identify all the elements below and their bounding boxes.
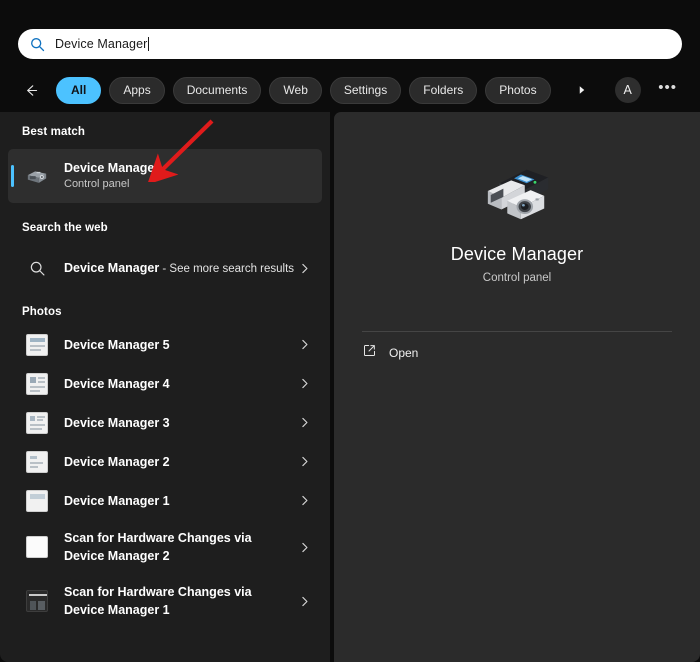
filter-chip-apps[interactable]: Apps xyxy=(109,77,164,104)
chevron-right-icon[interactable] xyxy=(296,494,312,507)
list-item-label: Device Manager 5 xyxy=(64,338,170,352)
chevron-right-icon[interactable] xyxy=(296,455,312,468)
filter-chip-all[interactable]: All xyxy=(56,77,101,104)
web-query-suffix: - See more search results xyxy=(159,263,294,275)
device-manager-icon xyxy=(478,158,556,228)
preview-pane: Device Manager Control panel Open xyxy=(334,112,700,662)
selection-indicator xyxy=(11,165,14,187)
result-subtitle: Control panel xyxy=(64,177,312,192)
photo-thumbnail xyxy=(22,590,52,612)
list-item[interactable]: Device Manager 5 xyxy=(8,325,322,364)
filter-chip-web[interactable]: Web xyxy=(269,77,321,104)
copilot-icon[interactable] xyxy=(697,77,700,103)
result-title: Device Manager xyxy=(64,160,312,176)
section-header-photos: Photos xyxy=(0,306,330,318)
list-item[interactable]: Scan for Hardware Changes via Device Man… xyxy=(8,520,322,574)
preview-subtitle: Control panel xyxy=(360,272,674,284)
photo-thumbnail xyxy=(22,334,52,356)
list-item-label: Device Manager 3 xyxy=(64,416,170,430)
open-external-icon xyxy=(362,343,377,363)
search-icon xyxy=(30,37,45,52)
filter-chip-folders[interactable]: Folders xyxy=(409,77,477,104)
section-header-search-web: Search the web xyxy=(0,222,330,234)
list-item[interactable]: Device Manager 2 xyxy=(8,442,322,481)
result-text-block: Device Manager Control panel xyxy=(64,160,312,192)
list-item[interactable]: Device Manager 1 xyxy=(8,481,322,520)
chevron-right-icon[interactable] xyxy=(296,262,312,275)
search-box[interactable]: Device Manager xyxy=(18,29,682,59)
result-text-block: Device Manager - See more search results xyxy=(64,259,296,278)
result-item-best-match[interactable]: Device Manager Control panel xyxy=(8,149,322,203)
chevron-right-icon[interactable] xyxy=(296,595,312,608)
photos-result-list: Device Manager 5 Device Manager 4 Devi xyxy=(0,325,330,628)
list-item-label: Scan for Hardware Changes via Device Man… xyxy=(64,529,279,565)
chevron-right-filled-icon[interactable] xyxy=(569,77,595,103)
web-query-text: Device Manager xyxy=(64,261,159,275)
windows-search-flyout: Device Manager All Apps Documents Web Se… xyxy=(0,0,700,662)
list-item-label: Device Manager 4 xyxy=(64,377,170,391)
result-item-web-search[interactable]: Device Manager - See more search results xyxy=(8,243,322,293)
result-title: Device Manager - See more search results xyxy=(64,261,294,275)
back-arrow-icon[interactable] xyxy=(18,77,44,103)
list-item[interactable]: Device Manager 3 xyxy=(8,403,322,442)
photo-thumbnail xyxy=(22,451,52,473)
preview-title: Device Manager xyxy=(360,244,674,265)
photo-thumbnail xyxy=(22,412,52,434)
chevron-right-icon[interactable] xyxy=(296,377,312,390)
list-item-label: Device Manager 1 xyxy=(64,494,170,508)
device-manager-icon xyxy=(22,165,52,187)
list-item[interactable]: Scan for Hardware Changes via Device Man… xyxy=(8,574,322,628)
photo-thumbnail xyxy=(22,490,52,512)
list-item-label: Scan for Hardware Changes via Device Man… xyxy=(64,583,279,619)
filter-bar: All Apps Documents Web Settings Folders … xyxy=(18,74,682,106)
list-item-label: Device Manager 2 xyxy=(64,455,170,469)
chevron-right-icon[interactable] xyxy=(296,416,312,429)
overflow-menu-icon[interactable]: ••• xyxy=(655,77,681,103)
account-avatar[interactable]: A xyxy=(615,77,641,103)
preview-action-label: Open xyxy=(389,346,418,360)
photo-thumbnail xyxy=(22,536,52,558)
results-pane: Best match Device Manager Control panel xyxy=(0,112,330,662)
filter-chip-documents[interactable]: Documents xyxy=(173,77,262,104)
preview-action-open[interactable]: Open xyxy=(358,337,422,369)
photo-thumbnail xyxy=(22,373,52,395)
chevron-right-icon[interactable] xyxy=(296,338,312,351)
preview-header: Device Manager Control panel xyxy=(334,112,700,284)
filter-chip-settings[interactable]: Settings xyxy=(330,77,401,104)
search-input-value[interactable]: Device Manager xyxy=(55,37,147,51)
text-caret xyxy=(148,37,149,51)
list-item[interactable]: Device Manager 4 xyxy=(8,364,322,403)
search-icon xyxy=(22,260,52,277)
filter-chip-photos[interactable]: Photos xyxy=(485,77,550,104)
section-header-best-match: Best match xyxy=(0,126,330,138)
preview-divider xyxy=(362,331,672,332)
chevron-right-icon[interactable] xyxy=(296,541,312,554)
